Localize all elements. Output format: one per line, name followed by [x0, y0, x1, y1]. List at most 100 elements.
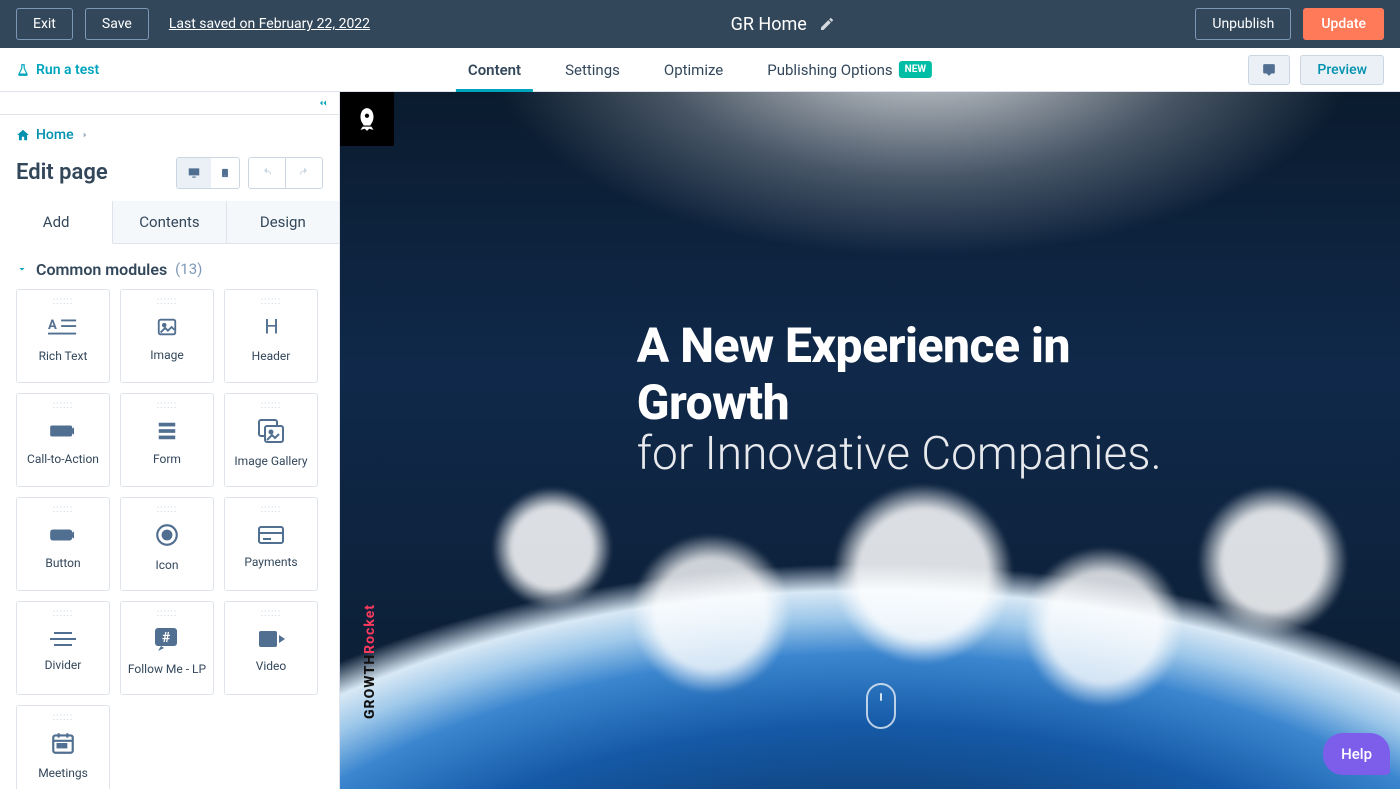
- tab-optimize[interactable]: Optimize: [664, 48, 723, 91]
- rocket-icon: [354, 106, 380, 132]
- undo-redo-group: [248, 157, 323, 189]
- redo-button[interactable]: [285, 158, 322, 188]
- module-label: Follow Me - LP: [128, 662, 206, 676]
- drag-handle-icon: ::::::: [157, 400, 178, 411]
- beaker-icon: [16, 63, 30, 77]
- save-button[interactable]: Save: [85, 8, 149, 40]
- drag-handle-icon: ::::::: [261, 296, 282, 307]
- rich-text-icon: A: [48, 315, 78, 339]
- module-image[interactable]: ::::::Image: [120, 289, 214, 383]
- module-label: Header: [252, 349, 291, 363]
- icon-icon: [154, 522, 180, 548]
- drag-handle-icon: ::::::: [53, 712, 74, 723]
- unpublish-button[interactable]: Unpublish: [1195, 8, 1291, 40]
- breadcrumb-home[interactable]: Home: [36, 127, 74, 143]
- meetings-icon: [50, 730, 76, 756]
- module-label: Divider: [45, 658, 82, 672]
- editor-tabs: Content Settings Optimize Publishing Opt…: [468, 48, 932, 91]
- edit-title-icon[interactable]: [819, 16, 835, 32]
- follow-me-lp-icon: #: [153, 626, 181, 652]
- exit-button[interactable]: Exit: [16, 8, 73, 40]
- module-rich-text[interactable]: ::::::ARich Text: [16, 289, 110, 383]
- tab-settings[interactable]: Settings: [565, 48, 620, 91]
- chevron-down-icon: [16, 263, 28, 275]
- module-label: Video: [256, 659, 287, 673]
- redo-icon: [296, 167, 312, 179]
- help-button[interactable]: Help: [1323, 733, 1390, 775]
- hero-text: A New Experience in Growth for Innovativ…: [637, 317, 1167, 481]
- modules-grid: ::::::ARich Text::::::Image::::::HHeader…: [0, 289, 339, 789]
- hero-heading-line1: A New Experience in Growth: [637, 317, 1167, 431]
- last-saved-link[interactable]: Last saved on February 22, 2022: [169, 16, 370, 32]
- preview-button[interactable]: Preview: [1300, 55, 1384, 85]
- update-button[interactable]: Update: [1303, 8, 1384, 40]
- module-icon[interactable]: ::::::Icon: [120, 497, 214, 591]
- drag-handle-icon: ::::::: [157, 608, 178, 619]
- svg-text:#: #: [162, 630, 171, 646]
- svg-text:A: A: [48, 318, 57, 333]
- sidebar-tab-design[interactable]: Design: [227, 201, 339, 243]
- edit-page-heading: Edit page: [16, 160, 108, 185]
- tab-publishing-options[interactable]: Publishing Options NEW: [767, 48, 932, 91]
- home-icon: [16, 128, 30, 142]
- module-form[interactable]: ::::::Form: [120, 393, 214, 487]
- module-label: Meetings: [38, 766, 88, 780]
- module-label: Rich Text: [39, 349, 88, 363]
- new-badge: NEW: [899, 61, 932, 78]
- section-common-modules[interactable]: Common modules (13): [0, 244, 339, 289]
- image-gallery-icon: [257, 418, 285, 444]
- module-meetings[interactable]: ::::::Meetings: [16, 705, 110, 789]
- rocket-tab[interactable]: [340, 92, 394, 146]
- undo-icon: [259, 167, 275, 179]
- module-label: Payments: [244, 555, 297, 569]
- collapse-sidebar-icon[interactable]: [315, 97, 331, 109]
- sidebar-tab-contents[interactable]: Contents: [113, 201, 226, 243]
- drag-handle-icon: ::::::: [53, 608, 74, 619]
- button-icon: [48, 524, 78, 546]
- form-icon: [156, 420, 178, 442]
- module-label: Icon: [155, 558, 178, 572]
- desktop-icon: [186, 166, 202, 180]
- canvas[interactable]: A New Experience in Growth for Innovativ…: [340, 92, 1400, 789]
- tab-content[interactable]: Content: [468, 48, 521, 91]
- drag-handle-icon: ::::::: [261, 504, 282, 515]
- scroll-indicator: [866, 683, 896, 729]
- sidebar-tabs: Add Contents Design: [0, 201, 339, 244]
- device-toggle: [176, 157, 240, 189]
- drag-handle-icon: ::::::: [53, 296, 74, 307]
- module-header[interactable]: ::::::HHeader: [224, 289, 318, 383]
- chevron-right-icon: [80, 130, 90, 140]
- undo-button[interactable]: [249, 158, 285, 188]
- video-icon: [257, 629, 285, 649]
- sidebar-tab-add[interactable]: Add: [0, 201, 113, 244]
- mobile-view-button[interactable]: [211, 158, 239, 188]
- module-label: Image: [150, 348, 183, 362]
- module-label: Form: [153, 452, 181, 466]
- sidebar: Home Edit page: [0, 92, 340, 789]
- desktop-view-button[interactable]: [177, 158, 211, 188]
- module-video[interactable]: ::::::Video: [224, 601, 318, 695]
- svg-text:H: H: [264, 315, 278, 339]
- call-to-action-icon: [48, 420, 78, 442]
- run-a-test-link[interactable]: Run a test: [16, 62, 99, 78]
- comment-icon: [1261, 63, 1277, 77]
- module-call-to-action[interactable]: ::::::Call-to-Action: [16, 393, 110, 487]
- topbar: Exit Save Last saved on February 22, 202…: [0, 0, 1400, 48]
- growth-rocket-logo: GROWTHRocket: [362, 604, 378, 719]
- module-button[interactable]: ::::::Button: [16, 497, 110, 591]
- module-label: Button: [45, 556, 80, 570]
- payments-icon: [257, 525, 285, 545]
- module-follow-me-lp[interactable]: ::::::#Follow Me - LP: [120, 601, 214, 695]
- module-payments[interactable]: ::::::Payments: [224, 497, 318, 591]
- module-label: Image Gallery: [234, 454, 307, 468]
- module-image-gallery[interactable]: ::::::Image Gallery: [224, 393, 318, 487]
- breadcrumb: Home: [0, 115, 339, 143]
- image-icon: [154, 316, 180, 338]
- mobile-icon: [220, 165, 230, 181]
- comments-button[interactable]: [1248, 55, 1290, 85]
- drag-handle-icon: ::::::: [157, 504, 178, 515]
- drag-handle-icon: ::::::: [53, 400, 74, 411]
- drag-handle-icon: ::::::: [53, 504, 74, 515]
- module-divider[interactable]: ::::::Divider: [16, 601, 110, 695]
- drag-handle-icon: ::::::: [261, 400, 282, 411]
